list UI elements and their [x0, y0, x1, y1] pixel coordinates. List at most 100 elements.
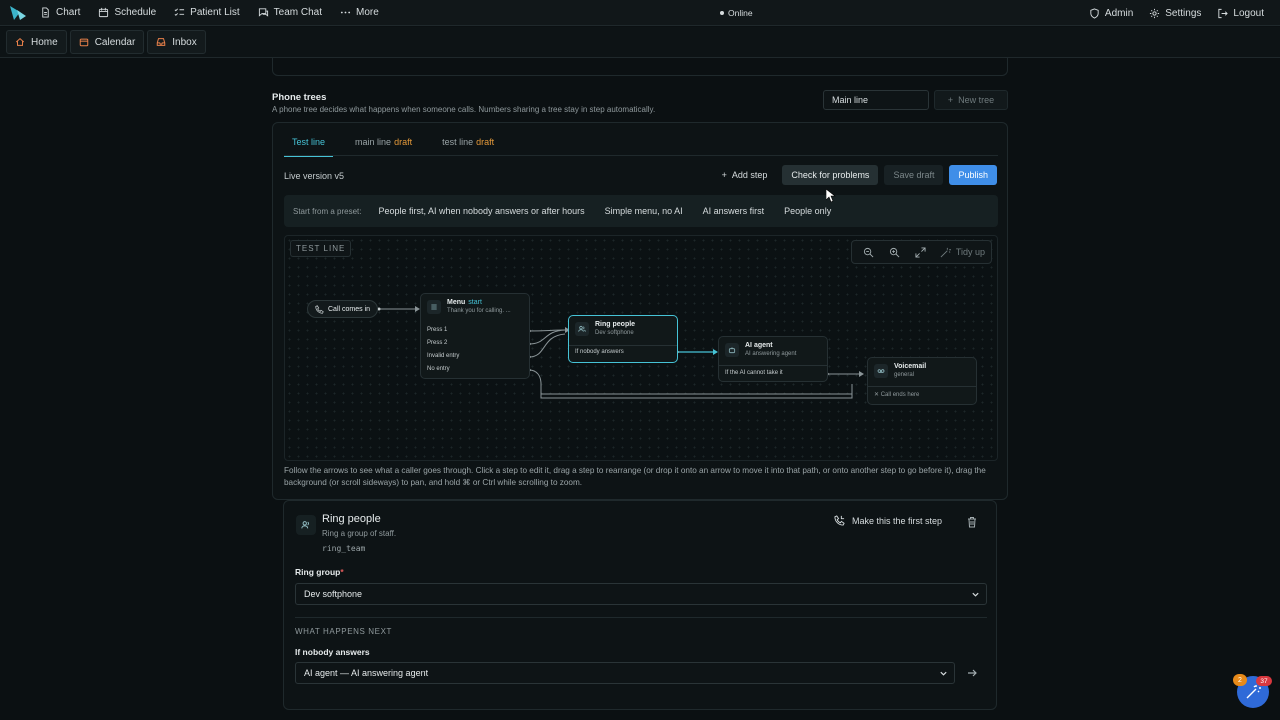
tree-name-input[interactable]: [823, 90, 929, 110]
node-ai-agent[interactable]: AI agent AI answering agent If the AI ca…: [718, 336, 828, 382]
chevron-down-icon: [972, 592, 979, 597]
tree-tab-test-line-draft[interactable]: test line draft: [434, 135, 502, 157]
node-voicemail-title: Voicemail: [894, 363, 927, 370]
nav-patient-list[interactable]: Patient List: [168, 0, 245, 26]
node-ai-title: AI agent: [745, 342, 773, 349]
what-happens-next-heading: WHAT HAPPENS NEXT: [295, 627, 393, 636]
draft-badge: draft: [394, 137, 413, 147]
add-step-label: Add step: [731, 170, 768, 180]
step-title: Ring people: [322, 513, 381, 525]
if-nobody-answers-label: If nobody answers: [295, 647, 370, 657]
app-tab-inbox[interactable]: Inbox: [147, 30, 206, 54]
editor-actions: + Add step Check for problems Save draft …: [713, 165, 997, 185]
chat-icon: [258, 8, 268, 17]
start-badge: start: [468, 299, 482, 306]
tree-tabs: Test line main line draft test line draft: [284, 135, 502, 157]
make-first-step-button[interactable]: Make this the first step: [834, 515, 942, 526]
tree-tab-test-line[interactable]: Test line: [284, 135, 334, 157]
ring-group-value: Dev softphone: [304, 589, 363, 599]
save-draft-label: Save draft: [893, 170, 935, 180]
phone-incoming-icon: [315, 304, 324, 314]
preset-simple-menu[interactable]: Simple menu, no AI: [598, 202, 690, 220]
phone-tree-card: Test line main line draft test line draft …: [272, 122, 1008, 500]
nav-schedule-label: Schedule: [114, 7, 157, 18]
nav-logout-label: Logout: [1233, 7, 1264, 19]
add-step-button[interactable]: + Add step: [713, 165, 777, 185]
preset-bar: Start from a preset: People first, AI wh…: [284, 195, 998, 227]
required-mark: *: [340, 567, 344, 577]
draft-badge: draft: [476, 137, 495, 147]
tree-tab-main-line[interactable]: main line draft: [347, 135, 420, 157]
nav-chart[interactable]: Chart: [34, 0, 86, 26]
node-ring-people[interactable]: Ring people Dev softphone If nobody answ…: [568, 315, 678, 363]
phone-trees-title: Phone trees: [272, 92, 327, 103]
app-tab-calendar[interactable]: Calendar: [69, 30, 145, 54]
users-icon: [575, 322, 589, 336]
nav-patient-list-label: Patient List: [190, 7, 240, 18]
next-step-value: AI agent — AI answering agent: [304, 668, 429, 678]
home-icon: [15, 37, 25, 46]
phone-trees-description: A phone tree decides what happens when s…: [272, 105, 656, 114]
nav-more[interactable]: More: [334, 0, 385, 26]
node-ring-row: If nobody answers: [575, 349, 624, 355]
app-tab-calendar-label: Calendar: [94, 36, 136, 48]
preset-ai-first[interactable]: AI answers first: [696, 202, 772, 220]
voicemail-icon: [874, 364, 888, 378]
app-tab-home[interactable]: Home: [6, 30, 67, 54]
nav-chart-label: Chart: [56, 7, 81, 18]
node-call-comes-in[interactable]: Call comes in: [307, 300, 379, 318]
nav-logout[interactable]: Logout: [1211, 0, 1270, 26]
node-call-comes-in-label: Call comes in: [328, 305, 371, 313]
app-logo-icon[interactable]: [8, 4, 28, 22]
publish-label: Publish: [958, 170, 988, 180]
previous-card-edge: [272, 58, 1008, 76]
preset-label: Start from a preset:: [293, 206, 362, 216]
menu-option: Invalid entry: [427, 353, 460, 359]
node-voicemail[interactable]: Voicemail general ✕ Call ends here: [867, 357, 977, 405]
menu-option: Press 1: [427, 327, 448, 333]
preset-people-only[interactable]: People only: [777, 202, 838, 220]
go-to-step-button[interactable]: [962, 663, 982, 683]
step-code: ring_team: [322, 544, 366, 553]
node-ring-sub: Dev softphone: [595, 330, 634, 336]
check-problems-button[interactable]: Check for problems: [782, 165, 879, 185]
call-end-icon: ✕: [874, 392, 881, 398]
gear-icon: [1150, 8, 1160, 18]
logout-icon: [1218, 8, 1229, 18]
new-tree-button[interactable]: + New tree: [934, 90, 1008, 110]
tabs-divider: [284, 155, 998, 156]
node-voicemail-row-label: Call ends here: [880, 392, 920, 398]
nav-admin-label: Admin: [1104, 7, 1134, 19]
arrow-right-icon: [968, 669, 977, 677]
ring-group-select[interactable]: Dev softphone: [295, 583, 987, 605]
app-tab-inbox-label: Inbox: [172, 36, 197, 48]
node-menu[interactable]: Menu start Thank you for calling. ... Pre…: [420, 293, 530, 379]
more-dots-icon: [340, 11, 351, 14]
save-draft-button[interactable]: Save draft: [884, 165, 944, 185]
next-step-select[interactable]: AI agent — AI answering agent: [295, 662, 955, 684]
delete-step-icon[interactable]: [966, 516, 978, 528]
nav-settings[interactable]: Settings: [1143, 0, 1207, 26]
status-text: Online: [728, 8, 753, 18]
plus-icon: +: [721, 170, 727, 180]
new-tree-label: New tree: [958, 95, 995, 105]
tree-tab-label: test line: [442, 137, 474, 147]
flow-canvas[interactable]: TEST LINE Tidy up Call comes in Menu sta…: [284, 235, 998, 461]
robot-icon: [725, 343, 739, 357]
shield-icon: [1090, 7, 1099, 19]
node-voicemail-sub: general: [894, 372, 915, 378]
nav-schedule[interactable]: Schedule: [92, 0, 162, 26]
node-ai-sub: AI answering agent: [745, 351, 797, 357]
connection-status: Online: [720, 0, 753, 26]
nav-more-label: More: [356, 7, 379, 18]
app-tabs-bar: Home Calendar Inbox: [0, 27, 1280, 58]
chevron-down-icon: [940, 671, 947, 676]
preset-people-first[interactable]: People first, AI when nobody answers or …: [371, 202, 591, 220]
document-icon: [42, 7, 49, 18]
nav-team-chat[interactable]: Team Chat: [252, 0, 328, 26]
nav-admin[interactable]: Admin: [1083, 0, 1139, 26]
menu-option: Press 2: [427, 340, 448, 346]
publish-button[interactable]: Publish: [949, 165, 997, 185]
check-problems-label: Check for problems: [791, 170, 870, 180]
calendar-icon: [79, 38, 88, 47]
